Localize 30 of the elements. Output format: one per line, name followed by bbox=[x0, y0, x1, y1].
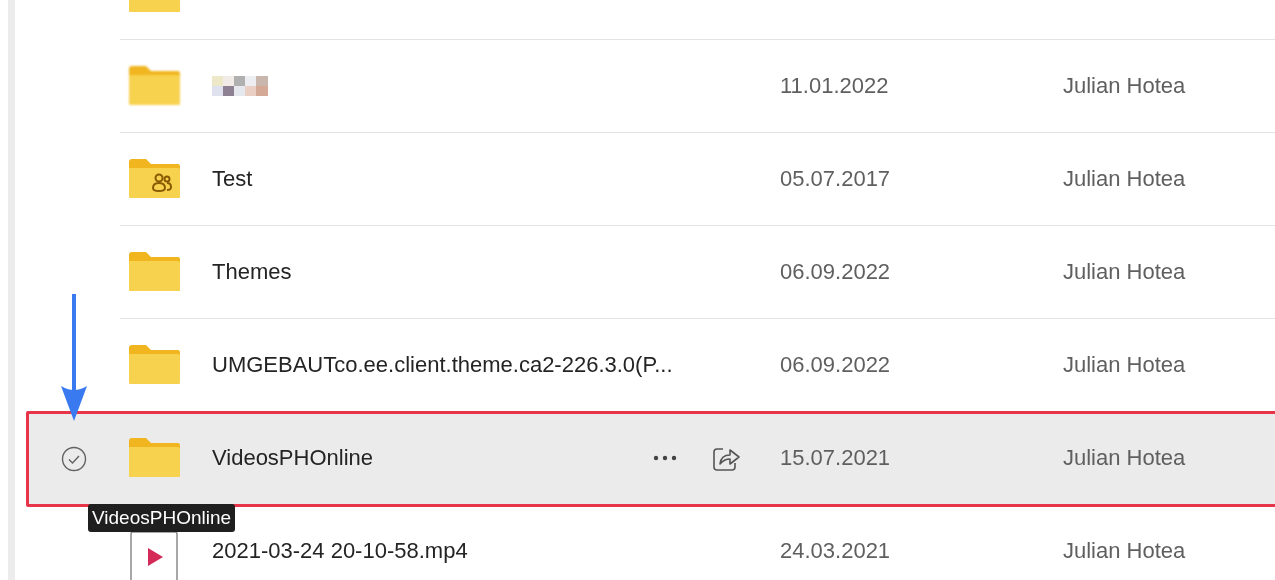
modified-date: 11.01.2022 bbox=[780, 73, 889, 98]
modified-date: 06.09.2022 bbox=[780, 259, 891, 284]
owner-name: Julian Hotea bbox=[1063, 445, 1186, 470]
file-row[interactable]: Themes 06.09.2022 Julian Hotea bbox=[26, 226, 1275, 319]
folder-icon bbox=[128, 251, 182, 293]
shared-folder-icon bbox=[128, 158, 182, 200]
file-row[interactable]: VideosPHOnline 15.07.2021 Julian Hotea bbox=[26, 412, 1275, 505]
owner-name: Julian Hotea bbox=[1063, 352, 1186, 377]
file-name[interactable]: VideosPHOnline bbox=[212, 445, 374, 471]
folder-icon bbox=[128, 344, 182, 386]
file-row[interactable]: UMGEBAUTco.ee.client.theme.ca2-226.3.0(P... 06.09.2022 Julian Hotea bbox=[26, 319, 1275, 412]
video-file-icon bbox=[130, 531, 178, 580]
modified-date: 24.03.2021 bbox=[780, 538, 891, 563]
owner-name: Julian Hotea bbox=[1063, 259, 1186, 284]
file-row[interactable]: 11.01.2022 Julian Hotea bbox=[26, 40, 1275, 133]
file-name[interactable]: UMGEBAUTco.ee.client.theme.ca2-226.3.0(P... bbox=[212, 352, 673, 378]
modified-date: 15.07.2021 bbox=[780, 445, 891, 470]
owner-name: Julian Hotea bbox=[1063, 538, 1186, 563]
folder-icon bbox=[128, 65, 182, 107]
owner-name: Julian Hotea bbox=[1063, 73, 1186, 98]
check-circle-icon bbox=[61, 445, 87, 472]
folder-icon bbox=[128, 437, 182, 479]
tooltip: VideosPHOnline bbox=[88, 504, 236, 532]
file-name[interactable]: Themes bbox=[212, 259, 292, 285]
modified-date: 05.07.2017 bbox=[780, 166, 891, 191]
file-name[interactable]: Test bbox=[212, 166, 253, 192]
owner-name: Julian Hotea bbox=[1063, 166, 1186, 191]
modified-date: 06.09.2022 bbox=[780, 352, 891, 377]
file-row[interactable]: Test 05.07.2017 Julian Hotea bbox=[26, 133, 1275, 226]
file-name[interactable]: 2021-03-24 20-10-58.mp4 bbox=[212, 538, 468, 564]
